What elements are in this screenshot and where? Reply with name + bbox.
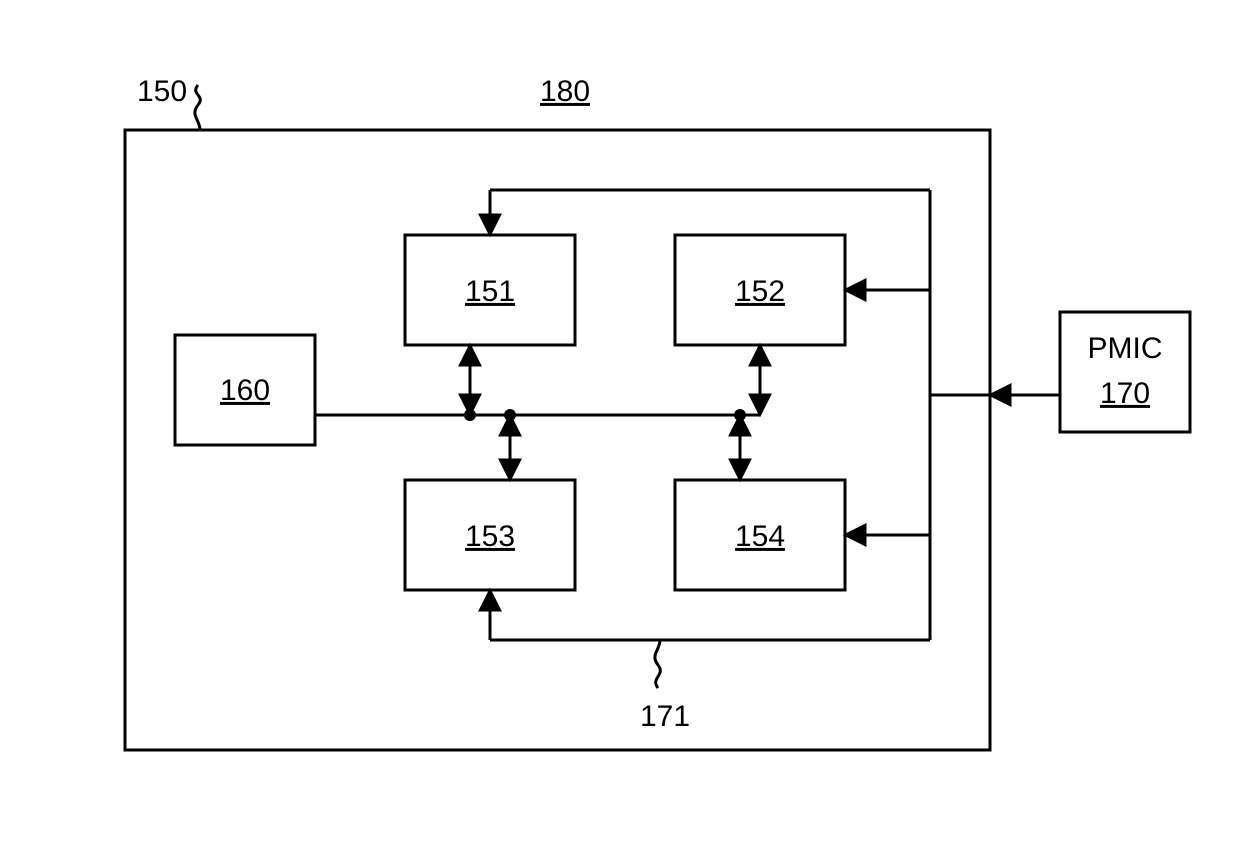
label-pmic-id: 170	[1100, 377, 1150, 410]
diagram-canvas: 180 150 160 151 152 153 154 PMIC 170	[0, 0, 1240, 857]
label-pmic-title: PMIC	[1088, 332, 1163, 365]
label-152: 152	[735, 275, 785, 308]
label-154: 154	[735, 520, 785, 553]
label-150: 150	[137, 75, 187, 108]
block-pmic	[1060, 312, 1190, 432]
label-151: 151	[465, 275, 515, 308]
label-160: 160	[220, 374, 270, 407]
label-171: 171	[640, 700, 690, 733]
leader-150	[195, 85, 200, 130]
label-outer-title: 180	[540, 75, 590, 108]
label-153: 153	[465, 520, 515, 553]
